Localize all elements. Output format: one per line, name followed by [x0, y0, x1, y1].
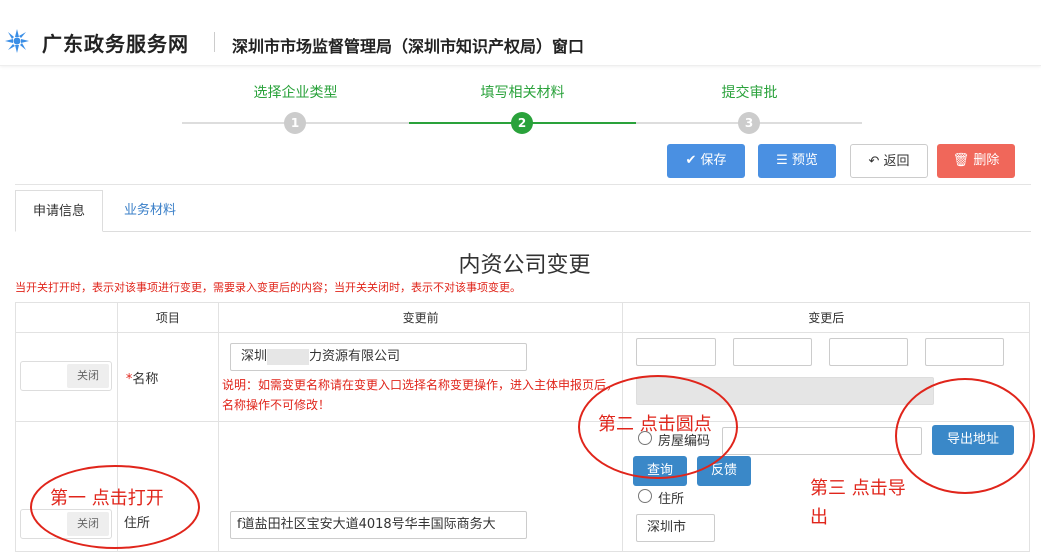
preview-label: 预览	[791, 153, 818, 168]
form-title: 内资公司变更	[458, 253, 591, 278]
table-header-row: 项目 变更前 变更后	[15, 302, 1030, 333]
residence-label: 住所	[658, 492, 685, 507]
name-explain: 说明：如需变更名称请在变更入口选择名称变更操作，进入主体申报页后，名称操作不可修…	[222, 378, 619, 412]
header-before: 变更前	[217, 302, 624, 333]
house-code-input[interactable]	[722, 427, 922, 455]
list-icon: ☰	[776, 153, 788, 168]
name-before-prefix: 深圳	[241, 349, 268, 364]
back-button[interactable]: ↶ 返回	[850, 144, 928, 178]
header-item: 项目	[116, 302, 219, 333]
name-after-input-4[interactable]	[925, 338, 1004, 366]
site-name[interactable]: 广东政务服务网	[42, 28, 189, 57]
form-note: 当开关打开时，表示对该事项进行变更，需要录入变更后的内容；当开关关闭时，表示不对…	[15, 281, 521, 294]
header-divider	[214, 32, 215, 52]
step-2-dot: 2	[511, 112, 533, 134]
annotation-first: 第一 点击打开	[50, 488, 164, 509]
save-label: 保存	[700, 153, 727, 168]
tab-application-info[interactable]: 申请信息	[15, 190, 103, 232]
annotation-ellipse-third	[895, 378, 1035, 494]
check-icon: ✔	[685, 153, 697, 168]
undo-icon: ↶	[868, 154, 880, 169]
back-label: 返回	[883, 154, 910, 169]
redacted-block	[267, 348, 310, 365]
tab-business-materials[interactable]: 业务材料	[106, 190, 194, 232]
progress-steps: 选择企业类型 填写相关材料 提交审批 1 2 3	[182, 82, 862, 142]
trash-icon: 🗑	[952, 153, 970, 168]
annotation-third-line1: 第三 点击导	[810, 478, 906, 499]
logo-icon	[5, 29, 29, 53]
header-toggle-col	[15, 302, 118, 333]
annotation-second: 第二 点击圆点	[598, 414, 712, 435]
name-before-suffix: 力资源有限公司	[309, 349, 401, 364]
name-label: 名称	[132, 371, 159, 387]
name-after-input-1[interactable]	[636, 338, 716, 366]
delete-label: 删除	[973, 153, 1000, 168]
name-after-input-2[interactable]	[733, 338, 812, 366]
toolbar-divider	[15, 184, 1031, 185]
name-change-toggle[interactable]: 关闭	[20, 361, 112, 391]
step-2-label: 填写相关材料	[480, 85, 565, 101]
save-button[interactable]: ✔ 保存	[667, 144, 745, 178]
annotation-third-line2: 出	[810, 507, 828, 528]
city-field[interactable]: 深圳市	[636, 514, 715, 542]
residence-radio[interactable]	[638, 489, 652, 503]
name-label-cell: *名称	[116, 332, 219, 422]
name-after-input-3[interactable]	[829, 338, 908, 366]
department-title: 深圳市市场监督管理局（深圳市知识产权局）窗口	[232, 37, 585, 56]
preview-button[interactable]: ☰ 预览	[758, 144, 836, 178]
name-before-field: 深圳 力资源有限公司	[230, 343, 527, 371]
name-toggle-knob: 关闭	[67, 364, 109, 388]
step-3-dot: 3	[738, 112, 760, 134]
header-after: 变更后	[622, 302, 1030, 333]
step-1-label: 选择企业类型	[253, 85, 338, 101]
delete-button[interactable]: 🗑 删除	[937, 144, 1015, 178]
step-3-label: 提交审批	[721, 85, 778, 101]
step-1-dot: 1	[284, 112, 306, 134]
site-header: 广东政务服务网 深圳市市场监督管理局（深圳市知识产权局）窗口	[0, 0, 1041, 66]
address-before-field: f道盐田社区宝安大道4018号华丰国际商务大	[230, 511, 527, 539]
